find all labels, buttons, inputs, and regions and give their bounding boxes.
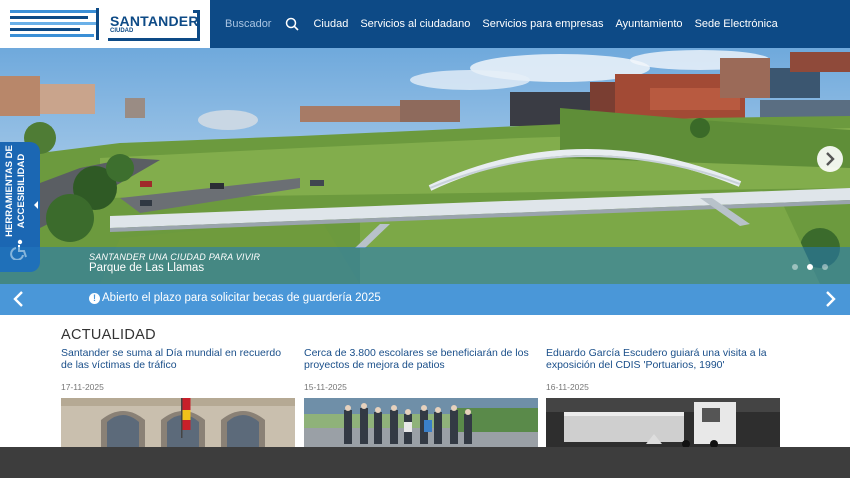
hero-caption-kicker: SANTANDER UNA CIUDAD PARA VIVIR [89,252,261,262]
nav-item-servicios-ciudadano[interactable]: Servicios al ciudadano [360,18,470,30]
logo-subtext: CIUDAD [110,28,134,34]
news-card[interactable]: Eduardo García Escudero guiará una visit… [546,347,780,448]
news-title[interactable]: Eduardo García Escudero guiará una visit… [546,347,780,380]
footer-bar [0,447,850,478]
slider-dot-3[interactable] [822,264,828,270]
nav-item-servicios-empresas[interactable]: Servicios para empresas [482,18,603,30]
accessibility-label-line2: ACCESIBILIDAD [16,153,27,229]
accessibility-label[interactable]: HERRAMIENTAS DE ACCESIBILIDAD [4,136,38,246]
hero-slider[interactable]: HERRAMIENTAS DE ACCESIBILIDAD SANTANDER … [0,48,850,284]
chevron-left-icon[interactable] [12,291,26,307]
nav-item-ayuntamiento[interactable]: Ayuntamiento [615,18,682,30]
news-image[interactable] [546,398,780,448]
news-title[interactable]: Santander se suma al Día mundial en recu… [61,347,295,380]
site-logo[interactable]: SANTANDER CIUDAD [0,0,210,48]
news-title[interactable]: Cerca de 3.800 escolares se beneficiarán… [304,347,538,380]
accessibility-label-line1: HERRAMIENTAS DE [4,145,15,237]
section-title-actualidad: ACTUALIDAD [61,327,156,343]
accessibility-arrow-icon[interactable] [34,201,38,209]
notice-text[interactable]: Abierto el plazo para solicitar becas de… [102,292,381,304]
main-nav: Buscador Ciudad Servicios al ciudadano S… [225,0,790,48]
search-icon[interactable] [285,17,300,31]
logo-stripes-icon [10,8,99,40]
nav-item-sede-electronica[interactable]: Sede Electrónica [695,18,778,30]
notice-bar: ! Abierto el plazo para solicitar becas … [0,284,850,315]
news-card[interactable]: Cerca de 3.800 escolares se beneficiarán… [304,347,538,448]
news-date: 15-11-2025 [304,382,347,392]
news-image[interactable] [61,398,295,448]
news-image[interactable] [304,398,538,448]
chevron-right-icon[interactable] [823,291,837,307]
search-label[interactable]: Buscador [225,18,271,30]
hero-next-button[interactable] [817,146,843,172]
news-date: 17-11-2025 [61,382,104,392]
slider-dot-1[interactable] [792,264,798,270]
slider-dot-2[interactable] [807,264,813,270]
nav-item-ciudad[interactable]: Ciudad [313,18,348,30]
news-date: 16-11-2025 [546,382,589,392]
news-card[interactable]: Santander se suma al Día mundial en recu… [61,347,295,448]
logo-text: SANTANDER [110,13,199,29]
logo-corner [193,10,200,40]
chevron-right-icon [826,152,835,166]
info-icon: ! [89,293,100,304]
site-header: SANTANDER CIUDAD Buscador Ciudad Servici… [0,0,850,48]
hero-caption-title[interactable]: Parque de Las Llamas [89,262,204,274]
slider-dots [792,264,828,270]
logo-bar [108,38,200,41]
